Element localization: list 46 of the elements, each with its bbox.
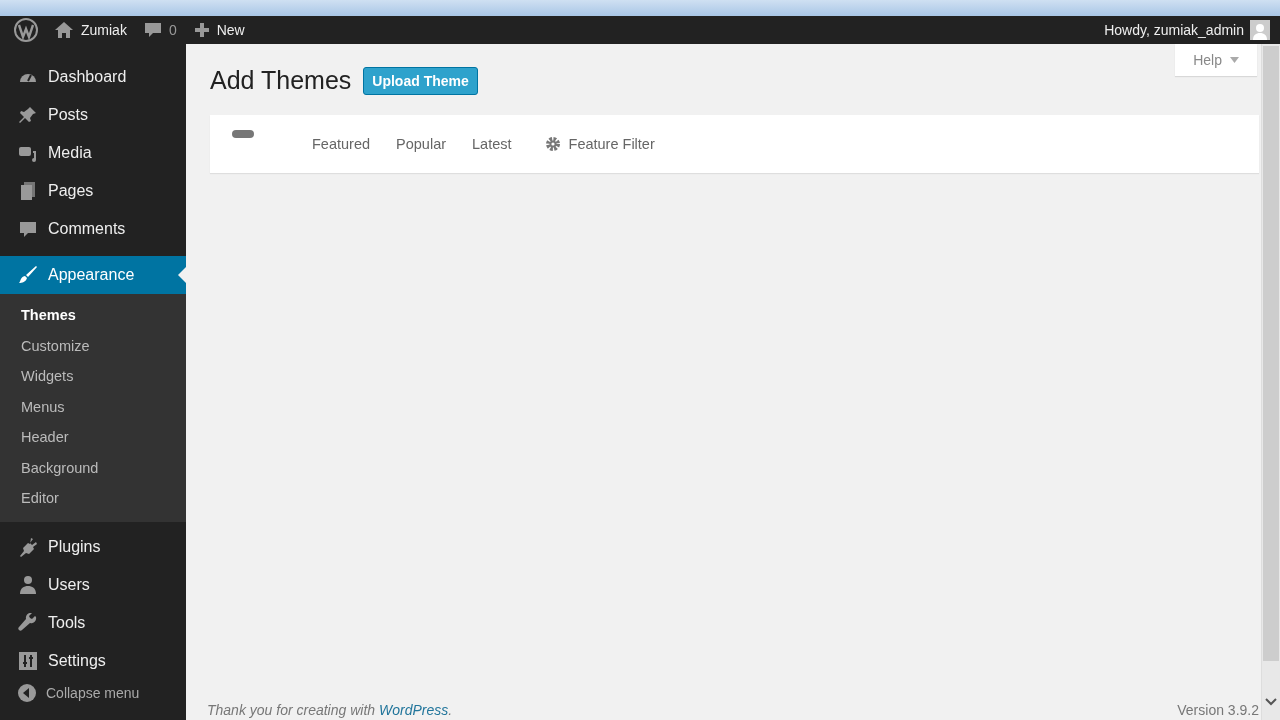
page-title: Add Themes [210, 66, 352, 95]
sidebar-menu-item[interactable]: Pages [0, 174, 186, 208]
submenu-item[interactable]: Customize [0, 330, 186, 361]
collapse-menu-button[interactable]: Collapse menu [0, 683, 186, 702]
plug-icon [18, 536, 38, 557]
pin-icon [18, 105, 38, 125]
comments-link[interactable]: 0 [135, 16, 186, 44]
filter-tab[interactable]: Latest [459, 115, 525, 173]
sliders-icon [18, 650, 38, 671]
paintbrush-icon [18, 265, 38, 285]
submenu-item[interactable]: Header [0, 422, 186, 453]
sidebar-menu-item[interactable]: Plugins [0, 529, 186, 564]
pages-icon [18, 181, 38, 201]
submenu-item[interactable]: Widgets [0, 361, 186, 392]
filter-tab[interactable]: Featured [299, 115, 384, 173]
speech-bubble-icon [144, 22, 161, 38]
account-link[interactable]: Howdy, zumiak_admin [1095, 16, 1250, 44]
caret-icon [1230, 57, 1239, 63]
version-text: Version 3.9.2 [1177, 702, 1259, 718]
submenu-item[interactable]: Editor [0, 483, 186, 514]
sidebar-menu-item[interactable]: Appearance [0, 256, 186, 294]
wrench-icon [18, 612, 38, 633]
sidebar-menu-item[interactable]: Settings [0, 643, 186, 678]
submenu-item[interactable]: Menus [0, 391, 186, 422]
feature-filter-link[interactable]: Feature Filter [544, 136, 655, 152]
sidebar-menu-item[interactable]: Dashboard [0, 60, 186, 94]
scrollbar[interactable] [1261, 44, 1280, 720]
filter-tab[interactable]: Popular [383, 115, 460, 173]
new-link[interactable]: New [185, 16, 254, 44]
settings-icon [544, 136, 561, 152]
speech-bubble-icon [18, 219, 38, 239]
footer-credit-text: Thank you for creating with WordPress. [207, 702, 453, 718]
wordpress-logo-icon[interactable] [14, 18, 38, 42]
submenu-item[interactable]: Background [0, 452, 186, 483]
help-button[interactable]: Help [1175, 44, 1257, 76]
sidebar-menu-item[interactable]: Media [0, 136, 186, 170]
home-icon [55, 22, 73, 38]
sidebar-menu-item[interactable]: Posts [0, 98, 186, 132]
site-name-link[interactable]: Zumiak [46, 16, 136, 44]
plus-icon [194, 23, 209, 37]
submenu-item[interactable]: Themes [0, 300, 186, 331]
loading-indicator-icon [232, 130, 254, 138]
sidebar-menu-item[interactable]: Comments [0, 212, 186, 246]
sidebar-menu-item[interactable]: Tools [0, 605, 186, 640]
user-icon [18, 574, 38, 595]
sidebar-menu-item[interactable]: Users [0, 567, 186, 602]
